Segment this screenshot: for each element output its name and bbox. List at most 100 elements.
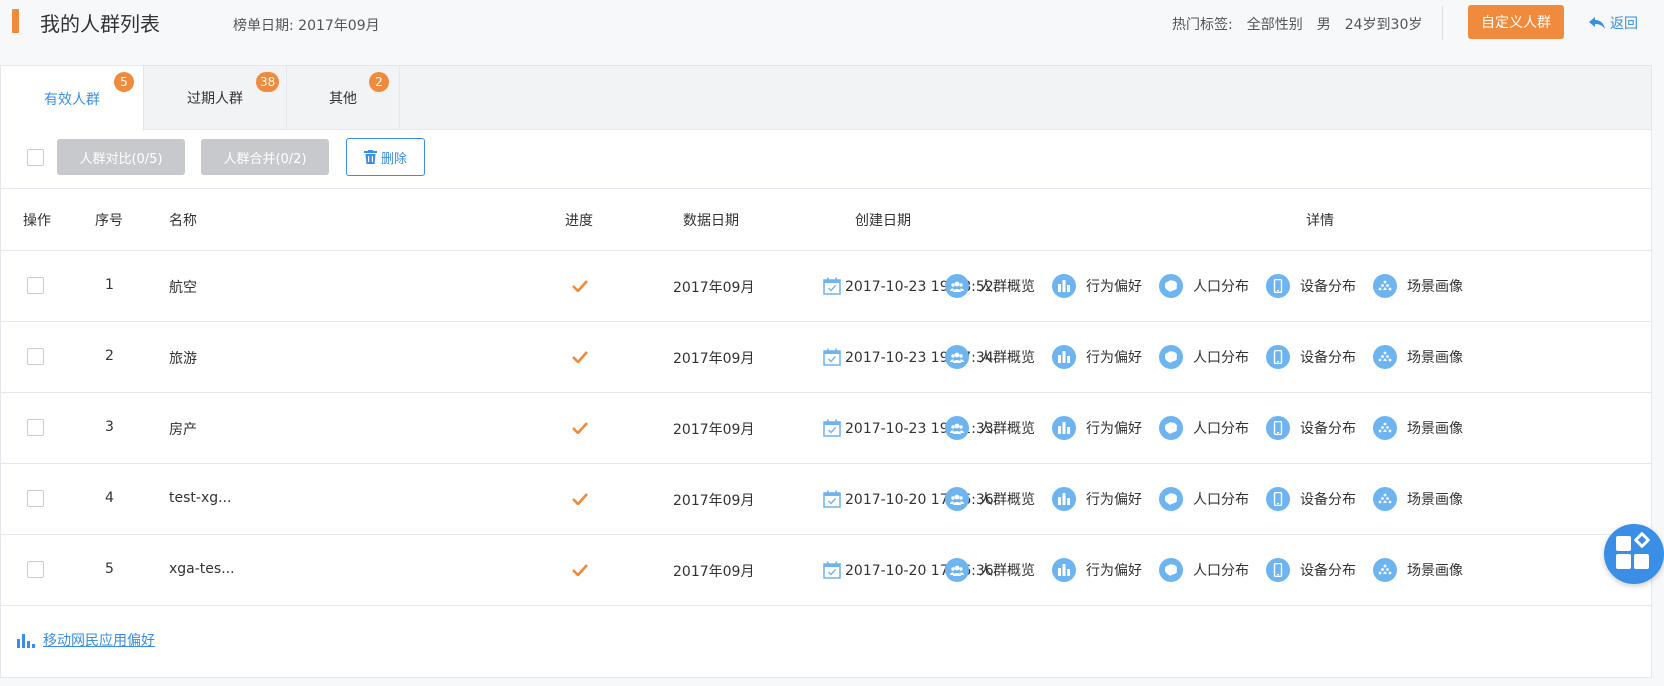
row-name: 旅游 xyxy=(169,351,197,367)
delete-button[interactable]: 删除 xyxy=(346,138,425,176)
custom-crowd-button[interactable]: 自定义人群 xyxy=(1468,5,1564,39)
column-header-action: 操作 xyxy=(23,213,51,229)
scene-link[interactable]: 场景画像 xyxy=(1373,487,1463,511)
map-icon xyxy=(1159,558,1183,582)
population-link[interactable]: 人口分布 xyxy=(1159,558,1249,582)
scene-icon xyxy=(1373,487,1397,511)
scene-link[interactable]: 场景画像 xyxy=(1373,558,1463,582)
row-name: 航空 xyxy=(169,280,197,296)
detail-link-label: 人群概览 xyxy=(979,563,1035,579)
hot-tags-title: 热门标签: xyxy=(1172,17,1233,33)
column-header-details: 详情 xyxy=(1306,213,1334,229)
device-link[interactable]: 设备分布 xyxy=(1266,487,1356,511)
table-row: 4 test-xg... 2017年09月 2017-10-20 17:56:36 人群… xyxy=(1,465,1651,535)
behavior-link[interactable]: 行为偏好 xyxy=(1052,416,1142,440)
phone-icon xyxy=(1266,274,1290,298)
behavior-link[interactable]: 行为偏好 xyxy=(1052,345,1142,369)
population-link[interactable]: 人口分布 xyxy=(1159,487,1249,511)
tab-label: 过期人群 xyxy=(187,91,243,107)
people-icon xyxy=(945,274,969,298)
tab-valid-crowds[interactable]: 有效人群 5 xyxy=(1,66,144,131)
overview-link[interactable]: 人群概览 xyxy=(945,487,1035,511)
trash-icon xyxy=(363,150,377,164)
row-data-date: 2017年09月 xyxy=(673,422,755,438)
scene-link[interactable]: 场景画像 xyxy=(1373,345,1463,369)
column-header-index: 序号 xyxy=(95,213,123,229)
device-link[interactable]: 设备分布 xyxy=(1266,274,1356,298)
behavior-link[interactable]: 行为偏好 xyxy=(1052,487,1142,511)
tab-other[interactable]: 其他 2 xyxy=(287,66,400,130)
detail-link-label: 行为偏好 xyxy=(1086,563,1142,579)
detail-link-label: 场景画像 xyxy=(1407,350,1463,366)
row-index: 4 xyxy=(105,490,114,506)
detail-link-label: 场景画像 xyxy=(1407,563,1463,579)
page-header: 我的人群列表 榜单日期: 2017年09月 热门标签: 全部性别 男 24岁到3… xyxy=(0,0,1664,60)
row-checkbox[interactable] xyxy=(27,277,44,294)
detail-link-label: 人群概览 xyxy=(979,350,1035,366)
row-data-date: 2017年09月 xyxy=(673,564,755,580)
population-link[interactable]: 人口分布 xyxy=(1159,416,1249,440)
behavior-link[interactable]: 行为偏好 xyxy=(1052,558,1142,582)
back-link[interactable]: 返回 xyxy=(1588,13,1638,33)
floating-apps-button[interactable] xyxy=(1604,524,1664,584)
detail-link-label: 行为偏好 xyxy=(1086,492,1142,508)
header-divider xyxy=(1442,6,1443,40)
overview-link[interactable]: 人群概览 xyxy=(945,345,1035,369)
phone-icon xyxy=(1266,558,1290,582)
hot-tag-age[interactable]: 24岁到30岁 xyxy=(1345,14,1423,34)
device-link[interactable]: 设备分布 xyxy=(1266,416,1356,440)
checkmark-icon xyxy=(572,493,588,505)
behavior-link[interactable]: 行为偏好 xyxy=(1052,274,1142,298)
apps-grid-icon xyxy=(1616,532,1650,569)
scene-link[interactable]: 场景画像 xyxy=(1373,416,1463,440)
device-link[interactable]: 设备分布 xyxy=(1266,345,1356,369)
row-checkbox[interactable] xyxy=(27,561,44,578)
row-name: test-xg... xyxy=(169,490,232,506)
population-link[interactable]: 人口分布 xyxy=(1159,274,1249,298)
delete-label: 删除 xyxy=(380,151,407,167)
table-row: 3 房产 2017年09月 2017-10-23 19:11:33 人群概览 行为偏好 人口… xyxy=(1,394,1651,464)
back-label: 返回 xyxy=(1610,16,1638,32)
detail-link-label: 设备分布 xyxy=(1300,350,1356,366)
row-checkbox[interactable] xyxy=(27,348,44,365)
row-index: 5 xyxy=(105,561,114,577)
row-checkbox[interactable] xyxy=(27,419,44,436)
calendar-icon xyxy=(823,348,841,366)
hot-tag-male[interactable]: 男 xyxy=(1317,14,1331,34)
scene-link[interactable]: 场景画像 xyxy=(1373,274,1463,298)
row-data-date: 2017年09月 xyxy=(673,351,755,367)
merge-button[interactable]: 人群合并(0/2) xyxy=(201,139,329,175)
calendar-icon xyxy=(823,277,841,295)
detail-link-label: 设备分布 xyxy=(1300,279,1356,295)
overview-link[interactable]: 人群概览 xyxy=(945,558,1035,582)
row-name: 房产 xyxy=(169,422,197,438)
row-index: 3 xyxy=(105,419,114,435)
tab-badge: 2 xyxy=(369,72,389,92)
compare-button[interactable]: 人群对比(0/5) xyxy=(57,139,185,175)
row-index: 2 xyxy=(105,348,114,364)
detail-link-label: 人口分布 xyxy=(1193,279,1249,295)
footer-app-preference-link[interactable]: 移动网民应用偏好 xyxy=(17,630,155,650)
hot-tag-gender-all[interactable]: 全部性别 xyxy=(1247,14,1303,34)
checkmark-icon xyxy=(572,280,588,292)
tab-badge: 5 xyxy=(114,72,134,92)
checkmark-icon xyxy=(572,422,588,434)
detail-link-label: 人口分布 xyxy=(1193,350,1249,366)
row-checkbox[interactable] xyxy=(27,490,44,507)
overview-link[interactable]: 人群概览 xyxy=(945,416,1035,440)
detail-link-label: 场景画像 xyxy=(1407,492,1463,508)
bar-chart-icon xyxy=(1052,345,1076,369)
detail-link-label: 设备分布 xyxy=(1300,492,1356,508)
population-link[interactable]: 人口分布 xyxy=(1159,345,1249,369)
device-link[interactable]: 设备分布 xyxy=(1266,558,1356,582)
select-all-checkbox[interactable] xyxy=(27,149,44,166)
people-icon xyxy=(945,487,969,511)
back-arrow-icon xyxy=(1589,17,1605,29)
tab-expired-crowds[interactable]: 过期人群 38 xyxy=(144,66,287,130)
detail-link-label: 人群概览 xyxy=(979,421,1035,437)
column-header-data-date: 数据日期 xyxy=(683,213,739,229)
bar-chart-icon xyxy=(1052,416,1076,440)
calendar-icon xyxy=(823,490,841,508)
column-header-progress: 进度 xyxy=(565,213,593,229)
overview-link[interactable]: 人群概览 xyxy=(945,274,1035,298)
